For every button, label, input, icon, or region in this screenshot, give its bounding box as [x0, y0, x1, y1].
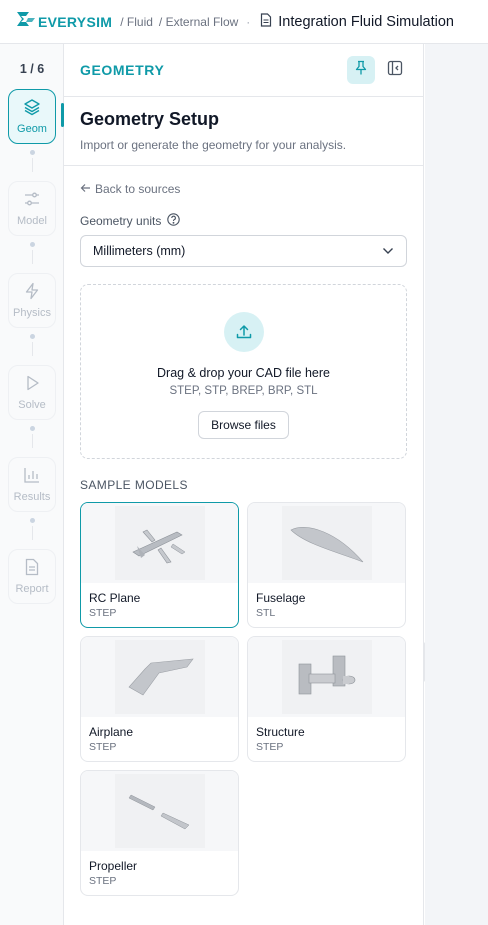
sample-name: Structure — [256, 725, 305, 739]
dropzone-title: Drag & drop your CAD file here — [157, 366, 330, 380]
step-connector-dot — [30, 242, 35, 247]
sample-name: RC Plane — [89, 591, 141, 605]
panel-title: GEOMETRY — [80, 62, 165, 78]
document-title-text: Integration Fluid Simulation — [278, 13, 454, 30]
logo-icon — [16, 10, 36, 33]
sample-card-fuselage[interactable]: Fuselage STL — [247, 502, 406, 628]
step-connector-line — [32, 434, 33, 448]
step-label: Results — [13, 491, 51, 503]
browse-files-button[interactable]: Browse files — [198, 411, 289, 439]
step-report[interactable]: Report — [8, 549, 56, 604]
logo-text: EVERYSIM — [38, 13, 113, 30]
pin-button[interactable] — [347, 56, 375, 84]
file-dropzone[interactable]: Drag & drop your CAD file here STEP, STP… — [80, 284, 407, 459]
sample-card-propeller[interactable]: Propeller STEP — [80, 770, 239, 896]
units-label-text: Geometry units — [80, 214, 162, 228]
chevron-down-icon — [382, 244, 394, 258]
dropzone-formats: STEP, STP, BREP, BRP, STL — [169, 385, 318, 397]
sample-format: STL — [256, 607, 276, 619]
sample-format: STEP — [256, 741, 284, 753]
step-connector-line — [32, 342, 33, 356]
bar-chart-icon — [23, 466, 41, 487]
step-label: Physics — [13, 307, 51, 319]
arrow-left-icon — [80, 182, 91, 196]
units-label: Geometry units — [80, 213, 407, 229]
sample-name: Propeller — [89, 859, 138, 873]
step-connector-line — [32, 158, 33, 172]
step-label: Model — [17, 215, 47, 227]
workflow-stepper: 1 / 6 Geom Model Physics Solve Results R… — [0, 44, 64, 925]
structure-thumbnail — [281, 640, 372, 714]
step-physics[interactable]: Physics — [8, 273, 56, 328]
step-connector-dot — [30, 518, 35, 523]
document-title[interactable]: Integration Fluid Simulation — [260, 12, 454, 31]
collapse-sidebar-icon — [387, 60, 403, 81]
step-connector-dot — [30, 334, 35, 339]
sample-format: STEP — [89, 741, 117, 753]
upload-icon — [223, 312, 264, 352]
step-solve[interactable]: Solve — [8, 365, 56, 420]
sample-name: Airplane — [89, 725, 134, 739]
step-label: Solve — [18, 399, 46, 411]
fuselage-thumbnail — [281, 506, 372, 580]
step-geom[interactable]: Geom — [8, 89, 56, 144]
sample-format: STEP — [89, 875, 117, 887]
sliders-icon — [23, 190, 41, 211]
page-subtitle: Import or generate the geometry for your… — [80, 138, 347, 152]
sample-card-airplane[interactable]: Airplane STEP — [80, 636, 239, 762]
step-connector-dot — [30, 426, 35, 431]
document-icon — [23, 558, 41, 579]
viewport-area[interactable] — [425, 44, 488, 925]
back-to-sources-link[interactable]: Back to sources — [80, 182, 407, 196]
breadcrumb-external-flow[interactable]: / External Flow — [159, 15, 238, 29]
lightning-icon — [23, 282, 41, 303]
step-connector-line — [32, 526, 33, 540]
step-results[interactable]: Results — [8, 457, 56, 512]
help-icon[interactable] — [167, 213, 181, 229]
pin-icon — [354, 60, 368, 81]
airplane-thumbnail — [114, 640, 205, 714]
step-count: 1 / 6 — [19, 62, 45, 76]
units-select-value: Millimeters (mm) — [93, 244, 186, 258]
breadcrumb-separator: · — [246, 14, 251, 29]
sample-format: STEP — [89, 607, 117, 619]
sample-card-rc-plane[interactable]: RC Plane STEP — [80, 502, 239, 628]
sample-card-structure[interactable]: Structure STEP — [247, 636, 406, 762]
sample-name: Fuselage — [256, 591, 306, 605]
step-label: Geom — [17, 123, 47, 135]
play-icon — [23, 374, 41, 395]
document-icon — [260, 12, 272, 31]
units-select[interactable]: Millimeters (mm) — [80, 235, 407, 267]
panel-header: GEOMETRY — [64, 44, 423, 97]
top-bar: EVERYSIM / Fluid / External Flow · Integ… — [0, 0, 488, 44]
layers-icon — [23, 98, 41, 119]
page-title: Geometry Setup — [80, 109, 220, 129]
geometry-panel: GEOMETRY Geometry Setup Import or genera… — [64, 44, 424, 925]
collapse-panel-button[interactable] — [381, 56, 409, 84]
propeller-thumbnail — [114, 774, 205, 848]
step-connector-dot — [30, 150, 35, 155]
setup-section: Geometry Setup Import or generate the ge… — [64, 97, 423, 166]
sample-models-grid: RC Plane STEP Fuselage STL Airplane STEP… — [80, 502, 407, 896]
rc-plane-thumbnail — [114, 506, 205, 580]
step-label: Report — [15, 583, 49, 595]
step-connector-line — [32, 250, 33, 264]
step-model[interactable]: Model — [8, 181, 56, 236]
breadcrumb-fluid[interactable]: / Fluid — [120, 15, 153, 29]
back-link-label: Back to sources — [95, 182, 181, 196]
logo[interactable]: EVERYSIM — [16, 10, 112, 33]
sample-models-heading: SAMPLE MODELS — [80, 478, 188, 492]
